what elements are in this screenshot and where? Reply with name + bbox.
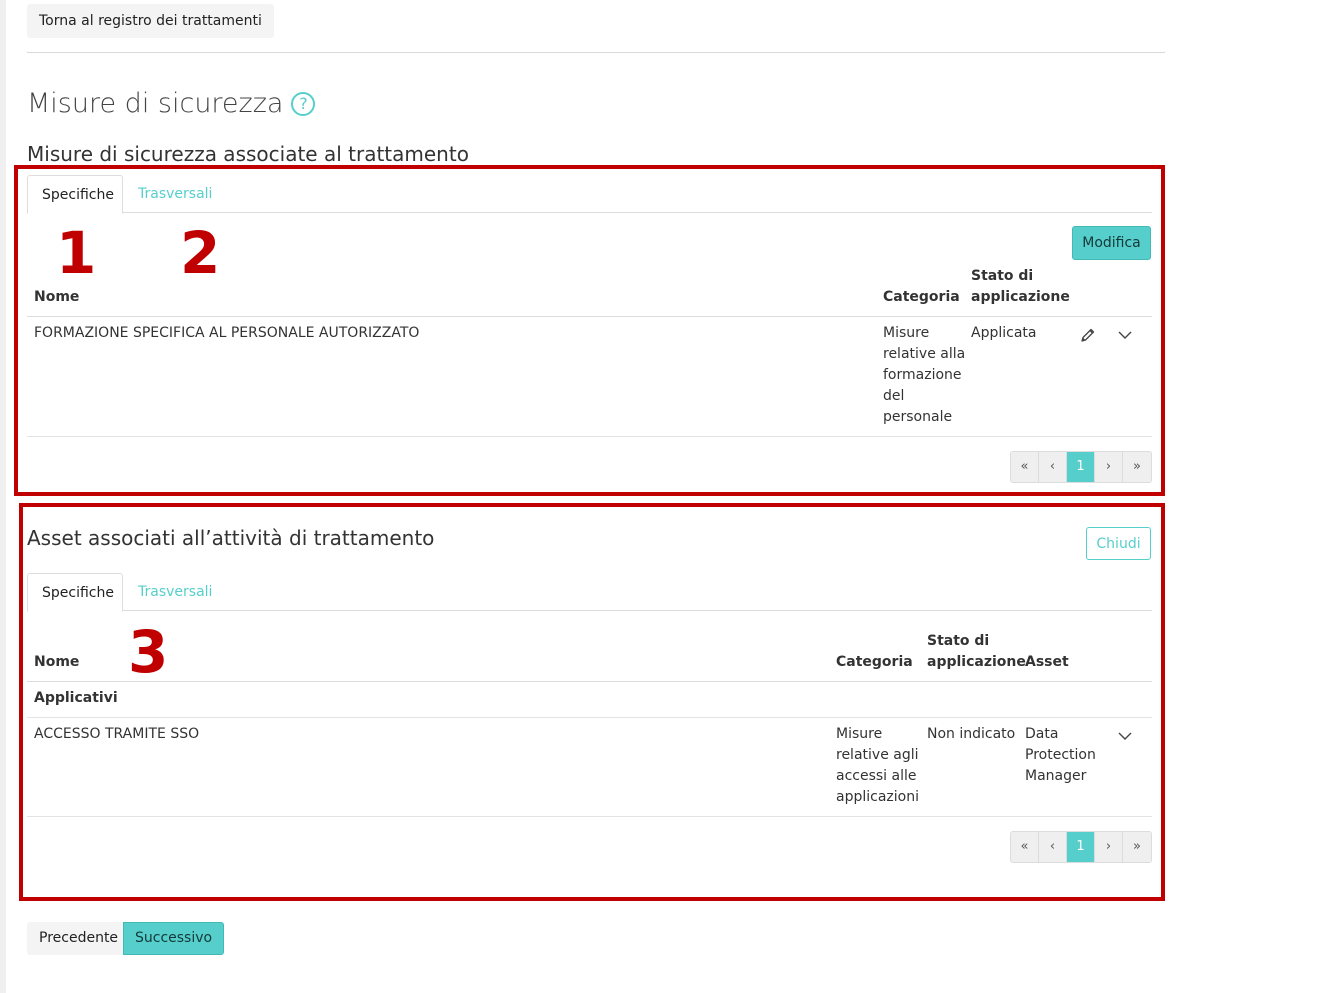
col-header-status-line1: Stato di xyxy=(927,633,990,649)
asset-line: Protection xyxy=(1025,747,1096,763)
col-header-name: Nome xyxy=(34,654,80,670)
back-to-register-button[interactable]: Torna al registro dei trattamenti xyxy=(27,4,274,38)
row-category: Misure relative alla formazione del pers… xyxy=(883,323,965,428)
category-line: applicazioni xyxy=(836,789,919,805)
annotation-number-3: 3 xyxy=(128,618,169,686)
row-status: Applicata xyxy=(971,325,1037,341)
left-edge-strip xyxy=(0,0,6,993)
row-status: Non indicato xyxy=(927,726,1016,742)
group-divider xyxy=(27,717,1152,718)
col-header-category: Categoria xyxy=(836,654,913,670)
prev-page-button[interactable]: ‹ xyxy=(1039,832,1067,862)
col-header-status: Stato di applicazione xyxy=(927,631,1026,673)
previous-button[interactable]: Precedente xyxy=(27,922,131,955)
category-line: accessi alle xyxy=(836,768,917,784)
row-divider xyxy=(27,436,1152,437)
prev-page-button[interactable]: ‹ xyxy=(1039,452,1067,482)
row-category: Misure relative agli accessi alle applic… xyxy=(836,724,919,808)
table-header-divider xyxy=(27,681,1152,682)
category-line: personale xyxy=(883,409,953,425)
col-header-status-line1: Stato di xyxy=(971,268,1034,284)
chevron-down-icon[interactable] xyxy=(1115,325,1135,345)
tab-specifiche[interactable]: Specifiche xyxy=(27,573,123,612)
next-page-button[interactable]: › xyxy=(1095,452,1123,482)
next-button[interactable]: Successivo xyxy=(123,922,225,955)
col-header-name: Nome xyxy=(34,289,80,305)
tab-trasversali[interactable]: Trasversali xyxy=(124,573,226,611)
category-line: relative alla xyxy=(883,346,966,362)
page-title: Misure di sicurezza ? xyxy=(27,88,316,119)
row-asset: Data Protection Manager xyxy=(1025,724,1096,787)
annotation-number-2: 2 xyxy=(180,219,221,287)
tab-trasversali[interactable]: Trasversali xyxy=(124,175,226,213)
category-line: del xyxy=(883,388,905,404)
row-name: FORMAZIONE SPECIFICA AL PERSONALE AUTORI… xyxy=(34,325,420,341)
category-line: relative agli xyxy=(836,747,919,763)
col-header-status-line2: applicazione xyxy=(971,289,1070,305)
row-divider xyxy=(27,816,1152,817)
last-page-button[interactable]: » xyxy=(1123,832,1151,862)
pagination: « ‹ 1 › » xyxy=(1010,831,1152,863)
tab-specifiche[interactable]: Specifiche xyxy=(27,175,123,214)
asset-line: Manager xyxy=(1025,768,1087,784)
last-page-button[interactable]: » xyxy=(1123,452,1151,482)
asset-line: Data xyxy=(1025,726,1059,742)
col-header-asset: Asset xyxy=(1025,654,1069,670)
category-line: Misure xyxy=(836,726,883,742)
page-1-button[interactable]: 1 xyxy=(1067,832,1095,862)
edit-button[interactable]: Modifica xyxy=(1072,226,1151,260)
section-title-measures: Misure di sicurezza associate al trattam… xyxy=(27,142,469,166)
help-icon[interactable]: ? xyxy=(291,91,316,116)
row-name: ACCESSO TRAMITE SSO xyxy=(34,726,200,742)
annotation-box-assets xyxy=(19,503,1165,901)
col-header-category: Categoria xyxy=(883,289,960,305)
group-header: Applicativi xyxy=(34,690,118,706)
annotation-number-1: 1 xyxy=(56,219,97,287)
first-page-button[interactable]: « xyxy=(1011,452,1039,482)
section-title-assets: Asset associati all’attività di trattame… xyxy=(27,526,435,550)
assets-tabs: Specifiche Trasversali xyxy=(27,573,1152,612)
col-header-status: Stato di applicazione xyxy=(971,266,1070,308)
divider xyxy=(27,52,1165,53)
page-1-button[interactable]: 1 xyxy=(1067,452,1095,482)
close-button[interactable]: Chiudi xyxy=(1086,527,1151,560)
page-title-text: Misure di sicurezza xyxy=(27,88,284,119)
first-page-button[interactable]: « xyxy=(1011,832,1039,862)
table-header-divider xyxy=(27,316,1152,317)
pagination: « ‹ 1 › » xyxy=(1010,451,1152,483)
category-line: formazione xyxy=(883,367,962,383)
category-line: Misure xyxy=(883,325,930,341)
pencil-icon[interactable] xyxy=(1078,325,1098,345)
measures-tabs: Specifiche Trasversali xyxy=(27,175,1152,214)
col-header-status-line2: applicazione xyxy=(927,654,1026,670)
chevron-down-icon[interactable] xyxy=(1115,726,1135,746)
next-page-button[interactable]: › xyxy=(1095,832,1123,862)
